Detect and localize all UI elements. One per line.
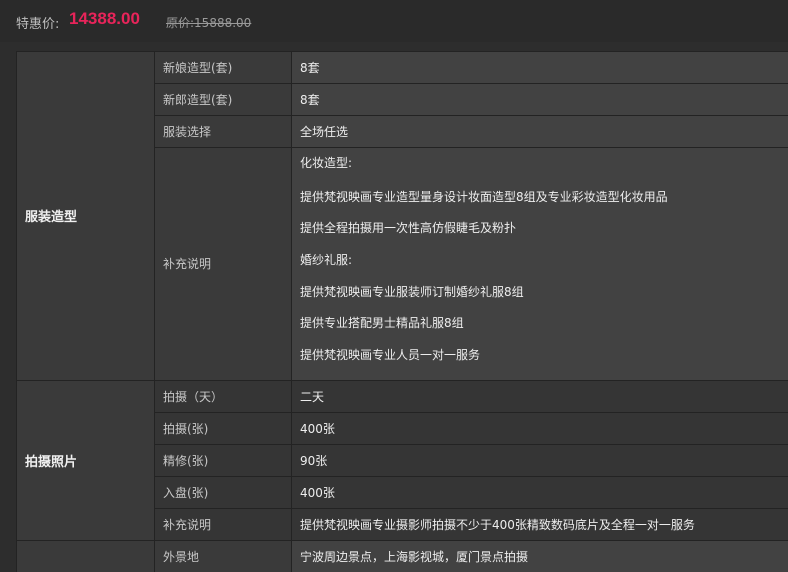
row-label: 补充说明 (154, 147, 292, 381)
package-spec-table: 服装造型 新娘造型(套) 8套 新郎造型(套) 8套 服装选择 全场任选 补充说… (16, 51, 788, 572)
row-value: 二天 (291, 379, 788, 413)
row-value: 400张 (291, 475, 788, 509)
table-row: 外景地 宁波周边景点，上海影视城，厦门景点拍摄 (16, 539, 788, 572)
list-item: 提供梵视映画专业人员一对一服务 (300, 348, 481, 363)
category-costume-styling: 服装造型 (16, 51, 155, 381)
row-label: 入盘(张) (154, 475, 292, 509)
row-value: 400张 (291, 411, 788, 445)
row-label: 拍摄（天） (154, 379, 292, 413)
list-item: 提供梵视映画专业服装师订制婚纱礼服8组 (300, 284, 524, 299)
row-label: 外景地 (154, 539, 292, 572)
notes-cell: 化妆造型: 提供梵视映画专业造型量身设计妆面造型8组及专业彩妆造型化妆用品 提供… (291, 147, 788, 381)
list-item: 婚纱礼服: (300, 253, 353, 268)
row-value: 8套 (291, 51, 788, 84)
category-photo-shooting: 拍摄照片 (16, 379, 155, 541)
row-value: 宁波周边景点，上海影视城，厦门景点拍摄 (291, 539, 788, 572)
row-value: 8套 (291, 83, 788, 116)
list-item: 化妆造型: (300, 156, 353, 170)
original-price: 原价:15888.00 (166, 16, 252, 30)
row-label: 服装选择 (154, 115, 292, 148)
row-value: 全场任选 (291, 115, 788, 148)
table-row: 服装造型 新娘造型(套) 8套 (16, 51, 788, 381)
row-label: 新娘造型(套) (154, 51, 292, 84)
special-price-label: 特惠价: (16, 17, 60, 32)
price-bar: 特惠价: 14388.00 原价:15888.00 (0, 0, 788, 42)
row-value: 提供梵视映画专业摄影师拍摄不少于400张精致数码底片及全程一对一服务 (291, 507, 788, 541)
list-item: 提供专业搭配男士精品礼服8组 (300, 316, 464, 331)
list-item: 提供全程拍摄用一次性高仿假睫毛及粉扑 (300, 221, 517, 236)
row-value: 90张 (291, 443, 788, 477)
special-price-value: 14388.00 (69, 9, 140, 28)
list-item: 提供梵视映画专业造型量身设计妆面造型8组及专业彩妆造型化妆用品 (300, 189, 668, 204)
row-label: 精修(张) (154, 443, 292, 477)
table-row: 拍摄照片 拍摄（天） 二天 (16, 379, 788, 541)
row-label: 新郎造型(套) (154, 83, 292, 116)
package-detail-page: 特惠价: 14388.00 原价:15888.00 服装造型 新娘造型(套) 8… (0, 0, 788, 572)
category-location (16, 539, 155, 572)
row-label: 补充说明 (154, 507, 292, 541)
row-label: 拍摄(张) (154, 411, 292, 445)
notes-list: 化妆造型: 提供梵视映画专业造型量身设计妆面造型8组及专业彩妆造型化妆用品 提供… (300, 148, 788, 380)
